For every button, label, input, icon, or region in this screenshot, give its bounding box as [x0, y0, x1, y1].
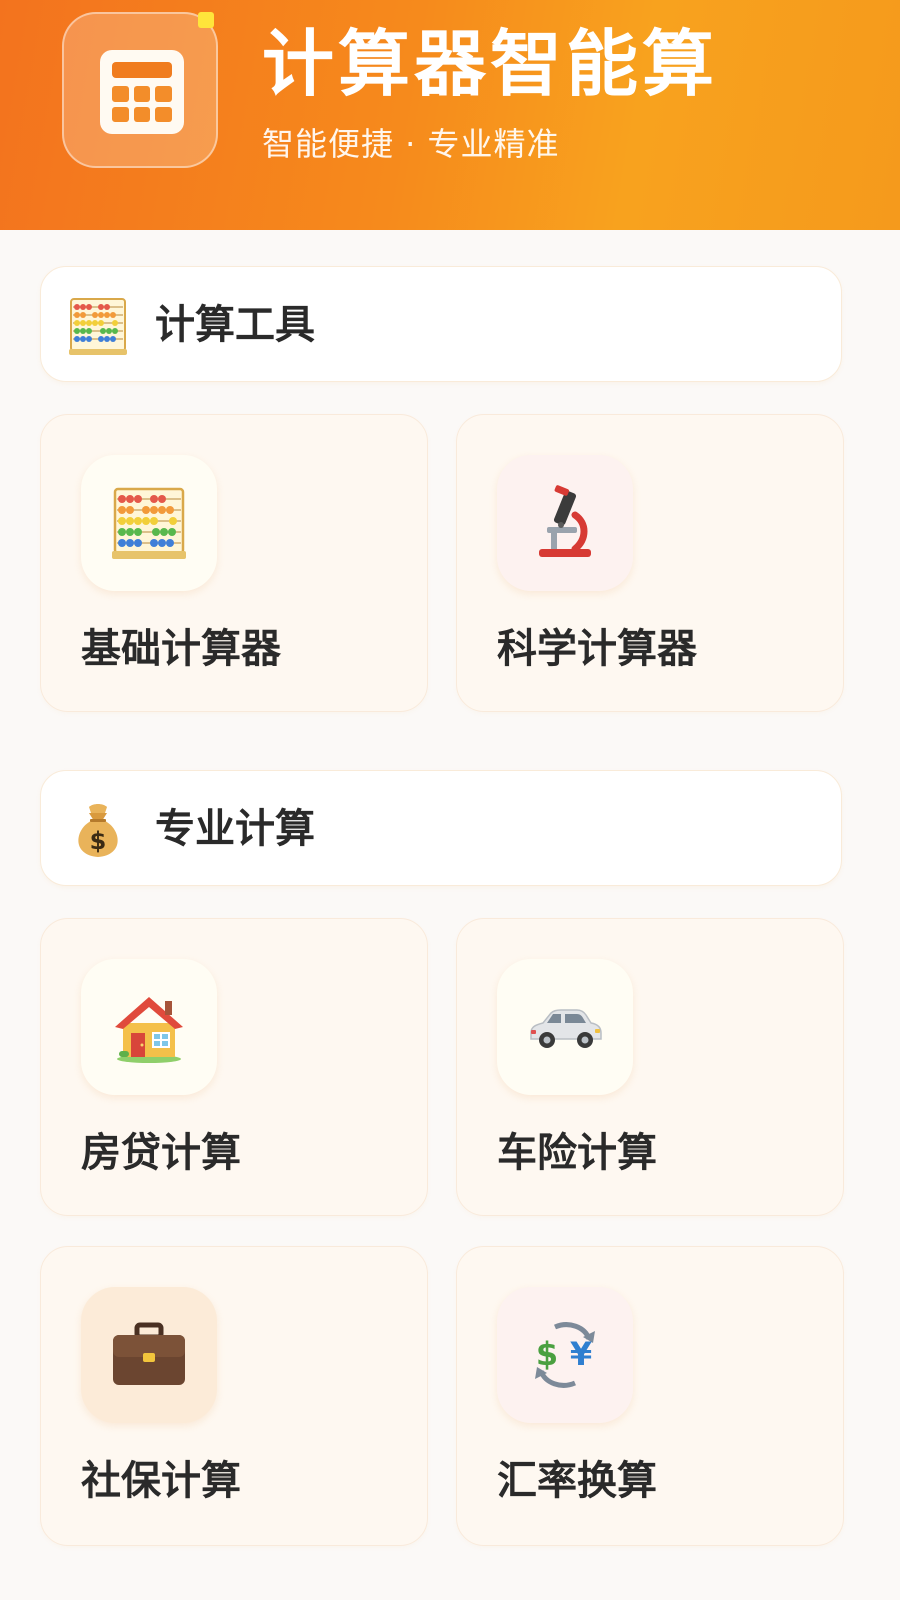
header-banner: 计算器智能算 智能便捷 · 专业精准 [0, 0, 900, 230]
tool-icon-tile [497, 455, 633, 591]
car-icon [530, 1009, 602, 1048]
app-subtitle: 智能便捷 · 专业精准 [262, 125, 560, 163]
tool-label: 汇率换算 [497, 1458, 657, 1504]
abacus-icon [69, 298, 127, 355]
tool-icon-tile [497, 959, 633, 1095]
currency-exchange-icon: $ ¥ [535, 1322, 595, 1388]
car-insurance-button[interactable]: 车险计算 [456, 918, 844, 1216]
svg-text:$: $ [536, 1335, 558, 1373]
house-icon [115, 997, 183, 1063]
tool-icon-tile: $ ¥ [497, 1287, 633, 1423]
tool-label: 科学计算器 [497, 626, 697, 672]
tool-icon-tile [81, 455, 217, 591]
svg-text:¥: ¥ [570, 1335, 592, 1373]
tool-icon-tile [81, 1287, 217, 1423]
section-header-calc-tools: 计算工具 [40, 266, 842, 382]
app-screen: 计算器智能算 智能便捷 · 专业精准 计算工具 基础计算器 科学计算器 $ 专业… [0, 0, 900, 1600]
tool-label: 基础计算器 [81, 626, 281, 672]
section-title: 专业计算 [155, 806, 315, 852]
logo-badge-dot [198, 12, 214, 28]
calculator-icon [100, 50, 184, 134]
section-title: 计算工具 [155, 302, 315, 348]
tool-label: 社保计算 [81, 1458, 241, 1504]
tool-label: 房贷计算 [81, 1130, 241, 1176]
microscope-icon [539, 485, 591, 557]
svg-text:$: $ [90, 827, 107, 855]
social-security-button[interactable]: 社保计算 [40, 1246, 428, 1546]
mortgage-calculator-button[interactable]: 房贷计算 [40, 918, 428, 1216]
briefcase-icon [113, 1322, 185, 1385]
scientific-calculator-button[interactable]: 科学计算器 [456, 414, 844, 712]
app-logo [62, 12, 218, 168]
tool-icon-tile [81, 959, 217, 1095]
section-header-professional: $ 专业计算 [40, 770, 842, 886]
currency-exchange-button[interactable]: $ ¥ 汇率换算 [456, 1246, 844, 1546]
money-bag-icon: $ [78, 804, 118, 857]
abacus-icon [112, 487, 186, 559]
app-title: 计算器智能算 [262, 22, 719, 106]
tool-label: 车险计算 [497, 1130, 657, 1176]
basic-calculator-button[interactable]: 基础计算器 [40, 414, 428, 712]
